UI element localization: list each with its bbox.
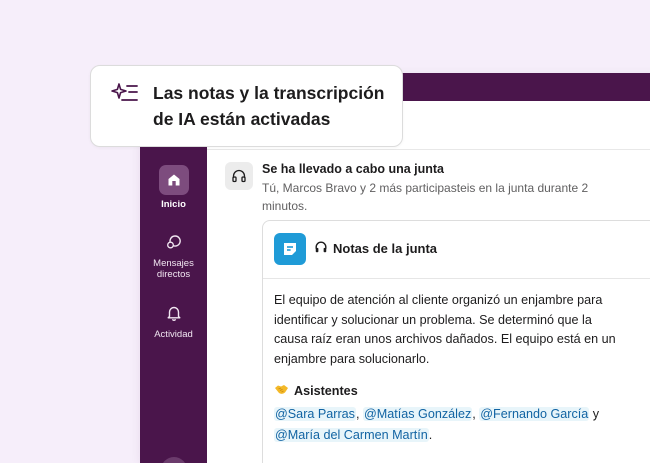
ai-sparkle-list-icon	[110, 82, 140, 113]
notes-summary: El equipo de atención al cliente organiz…	[274, 293, 616, 366]
handshake-icon	[274, 382, 289, 399]
separator: ,	[355, 407, 363, 421]
ai-notes-callout: Las notas y la transcripción de IA están…	[90, 65, 403, 147]
mention-matias-gonzalez[interactable]: @Matías González	[362, 407, 473, 421]
sidebar-item-mensajes-directos[interactable]: Mensajes directos	[140, 232, 207, 280]
sidebar-item-label: Mensajes directos	[153, 258, 194, 280]
mention-sara-parras[interactable]: @Sara Parras	[274, 407, 356, 421]
notes-title: Notas de la junta	[314, 240, 437, 257]
headphones-icon	[225, 162, 253, 190]
attendees-heading: Asistentes	[274, 382, 358, 399]
main-pane: Se ha llevado a cabo una junta Tú, Marco…	[207, 101, 650, 463]
headphones-icon	[314, 240, 328, 257]
notes-card[interactable]: Notas de la junta El equipo de atención …	[262, 220, 650, 463]
home-icon	[158, 165, 189, 195]
separator: y	[589, 407, 600, 421]
attendees-heading-text: Asistentes	[294, 383, 358, 398]
notes-card-header: Notas de la junta	[263, 221, 650, 279]
sidebar: Inicio Mensajes directos Actividad	[140, 101, 207, 463]
attendees-list: @Sara Parras, @Matías González, @Fernand…	[274, 404, 634, 446]
huddle-subtitle: Tú, Marcos Bravo y 2 más participasteis …	[262, 181, 589, 213]
callout-text: Las notas y la transcripción de IA están…	[153, 83, 385, 129]
header-divider	[207, 149, 650, 150]
sidebar-item-label: Actividad	[154, 329, 193, 340]
direct-messages-icon	[140, 232, 207, 257]
bell-icon	[140, 304, 207, 327]
mention-fernando-garcia[interactable]: @Fernando García	[479, 407, 590, 421]
sidebar-item-actividad[interactable]: Actividad	[140, 304, 207, 340]
sidebar-item-label: Inicio	[161, 199, 186, 210]
sidebar-item-inicio[interactable]: Inicio	[140, 165, 207, 210]
mention-maria-del-carmen-martin[interactable]: @María del Carmen Martín	[274, 428, 429, 442]
canvas-notes-icon	[274, 233, 306, 265]
add-button[interactable]	[161, 457, 187, 463]
notes-title-text: Notas de la junta	[333, 241, 438, 256]
huddle-title: Se ha llevado a cabo una junta	[262, 162, 444, 176]
separator: .	[428, 428, 433, 442]
